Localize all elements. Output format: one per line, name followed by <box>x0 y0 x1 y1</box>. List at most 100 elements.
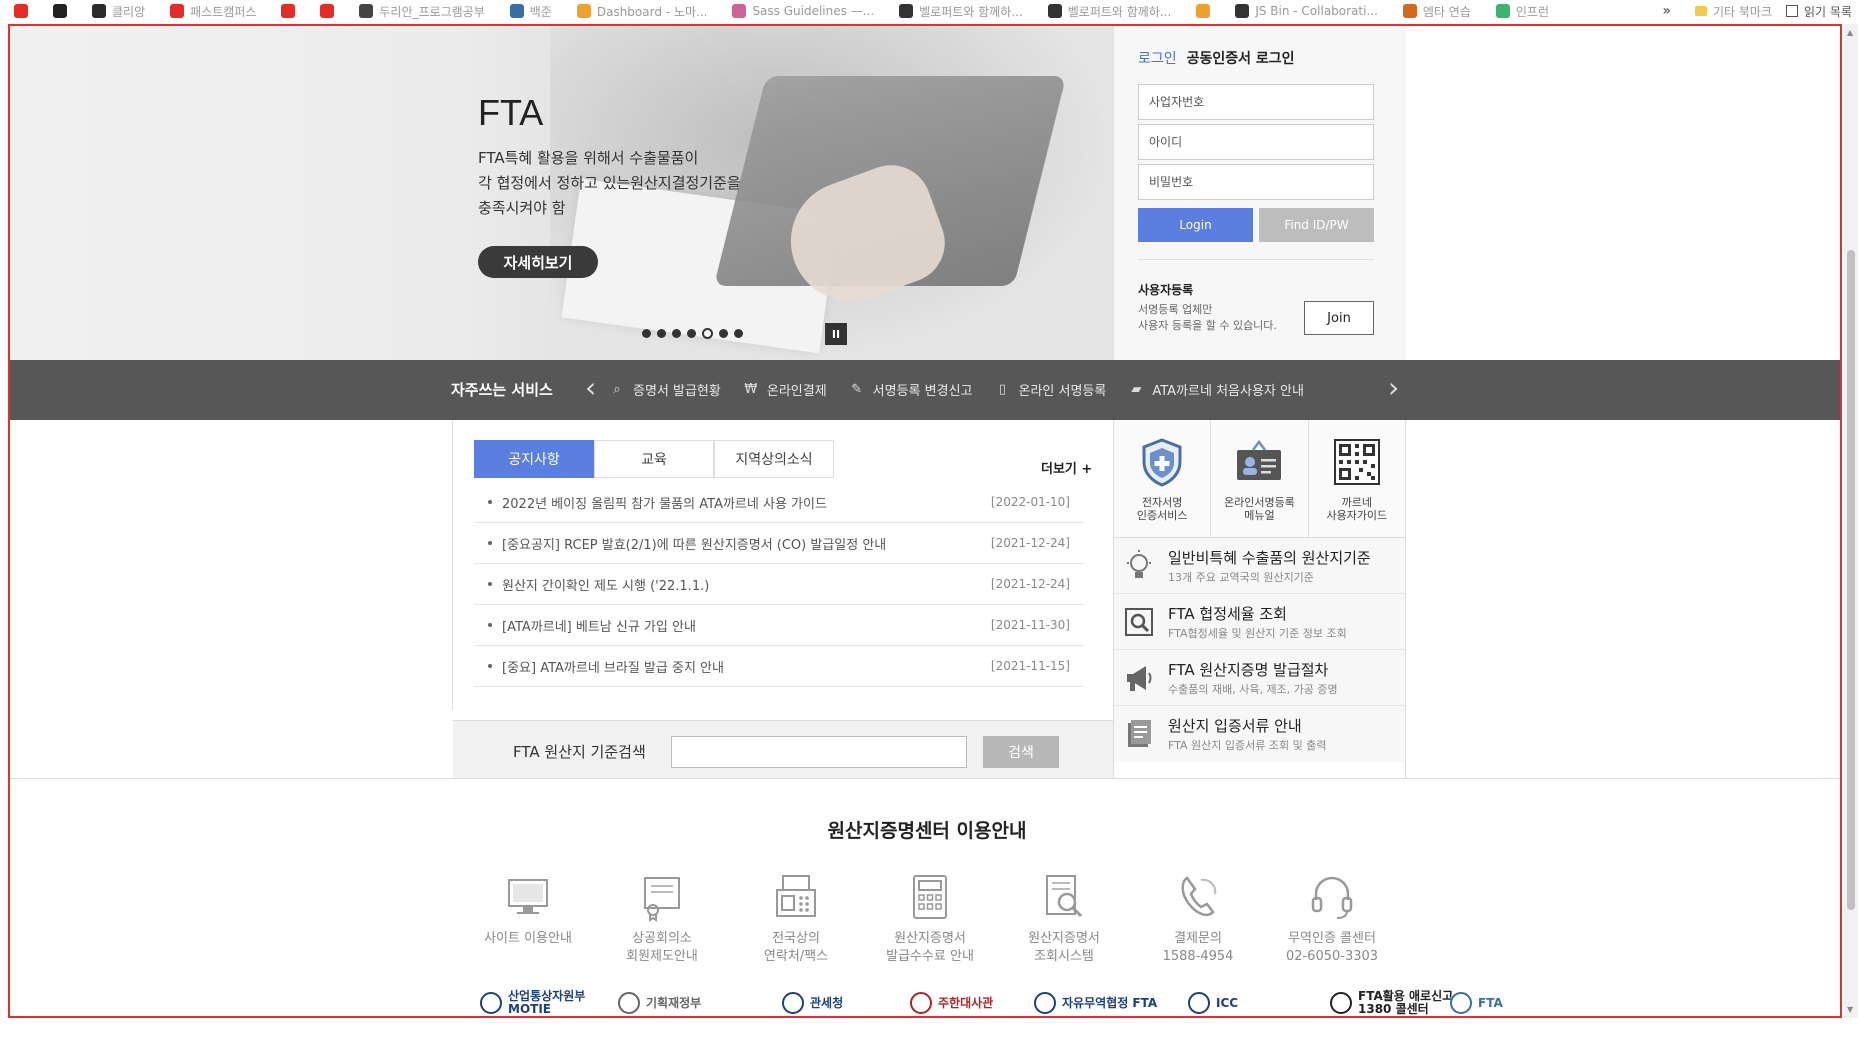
guide-item[interactable]: 원산지증명서 발급수수료 안내 <box>863 872 997 966</box>
service-link-subtitle: 수출품의 재배, 사육, 제조, 가공 증명 <box>1168 682 1338 696</box>
bullet-icon <box>488 500 492 504</box>
partner-logo-text: 관세청 <box>810 996 843 1010</box>
notice-row[interactable]: 2022년 베이징 올림픽 참가 물품의 ATA까르네 사용 가이드 [2022-… <box>474 482 1084 523</box>
other-bookmarks[interactable]: 기타 북마크 <box>1695 3 1772 20</box>
join-button[interactable]: Join <box>1304 301 1374 335</box>
service-tile-carnet[interactable]: 까르네 사용자가이드 <box>1309 420 1405 537</box>
partner-logo[interactable]: 관세청 <box>782 988 843 1016</box>
tab-regional-news[interactable]: 지역상의소식 <box>714 440 834 478</box>
slide-dot[interactable] <box>657 329 666 338</box>
more-link[interactable]: 더보기 + <box>1041 458 1092 477</box>
origin-search-input[interactable] <box>671 736 967 768</box>
bookmark-favicon-icon <box>732 4 747 18</box>
notice-row[interactable]: [중요공지] RCEP 발효(2/1)에 따른 원산지증명서 (CO) 발급일정… <box>474 523 1084 564</box>
bookmark-label: 백준 <box>529 4 552 19</box>
bookmark-item[interactable]: Dashboard - 노마... <box>563 0 719 22</box>
guide-item[interactable]: 전국상의 연락처/팩스 <box>729 872 863 966</box>
tab-education[interactable]: 교육 <box>594 440 714 478</box>
notice-title[interactable]: [중요] ATA까르네 브라질 발급 중지 안내 <box>502 657 991 676</box>
scroll-thumb[interactable] <box>1847 250 1855 910</box>
origin-search-button[interactable]: 검색 <box>983 736 1059 768</box>
bookmark-item[interactable] <box>0 0 39 22</box>
bookmark-favicon-icon <box>281 4 296 18</box>
quick-service-item[interactable]: ₩ 온라인결제 <box>743 380 826 399</box>
page-scrollbar[interactable]: ▲ ▼ <box>1844 24 1858 1018</box>
bookmark-item[interactable]: 클리앙 <box>78 0 156 22</box>
quick-service-item[interactable]: ▯ 온라인 서명등록 <box>994 380 1106 399</box>
notice-title[interactable]: 2022년 베이징 올림픽 참가 물품의 ATA까르네 사용 가이드 <box>502 493 991 512</box>
reading-list[interactable]: 읽기 목록 <box>1786 3 1852 20</box>
partner-logo-text: 산업통상자원부 MOTIE <box>508 990 585 1016</box>
notice-row[interactable]: 원산지 간이확인 제도 시행 ('22.1.1.) [2021-12-24] <box>474 564 1084 605</box>
bookmark-label: Dashboard - 노마... <box>596 4 708 19</box>
tab-cert-login[interactable]: 공동인증서 로그인 <box>1187 48 1295 68</box>
bookmark-item[interactable]: 엠타 연습 <box>1389 0 1482 22</box>
user-id-field[interactable]: 아이디 <box>1138 124 1374 160</box>
service-link-title: FTA 원산지증명 발급절차 <box>1168 660 1329 679</box>
service-link-row[interactable]: 원산지 입증서류 안내 FTA 원산지 입증서류 조회 및 출력 <box>1114 706 1405 762</box>
partner-logo[interactable]: 산업통상자원부 MOTIE <box>480 988 585 1016</box>
tab-login[interactable]: 로그인 <box>1138 48 1177 68</box>
bookmark-item[interactable] <box>1182 0 1221 22</box>
quick-service-item[interactable]: ✎ 서명등록 변경신고 <box>849 380 972 399</box>
bookmark-item[interactable]: Sass Guidelines —... <box>718 0 885 22</box>
find-id-pw-button[interactable]: Find ID/PW <box>1259 208 1374 242</box>
bookmark-item[interactable] <box>39 0 78 22</box>
partner-logo[interactable]: FTA <box>1450 988 1503 1016</box>
service-tile-e-sign[interactable]: 전자서명 인증서비스 <box>1114 420 1212 537</box>
service-tile-online-sign[interactable]: 온라인서명등록 메뉴얼 <box>1211 420 1309 537</box>
bookmark-item[interactable] <box>267 0 306 22</box>
service-link-row[interactable]: 일반비특혜 수출품의 원산지기준 13개 주요 교역국의 원산지기준 <box>1114 538 1405 594</box>
more-bookmarks-icon[interactable]: » <box>1662 3 1671 19</box>
service-link-row[interactable]: FTA 원산지증명 발급절차수출품의 재배, 사육, 제조, 가공 증명 <box>1114 650 1405 706</box>
password-field[interactable]: 비밀번호 <box>1138 164 1374 200</box>
service-link-row[interactable]: FTA 협정세율 조회 FTA협정세율 및 원산지 기준 정보 조회 <box>1114 594 1405 650</box>
guide-item[interactable]: 상공회의소 회원제도안내 <box>595 872 729 966</box>
bookmark-label: 엠타 연습 <box>1422 4 1471 19</box>
customs-logo-icon <box>782 992 804 1014</box>
guide-label-line: 발급수수료 안내 <box>886 949 974 964</box>
chevron-left-icon[interactable]: ‹ <box>585 374 596 402</box>
guide-item[interactable]: 무역인증 콜센터 02-6050-3303 <box>1265 872 1399 966</box>
notice-title[interactable]: [중요공지] RCEP 발효(2/1)에 따른 원산지증명서 (CO) 발급일정… <box>502 534 991 553</box>
notice-row[interactable]: [ATA까르네] 베트남 신규 가입 안내 [2021-11-30] <box>474 605 1084 646</box>
hero-detail-button[interactable]: 자세히보기 <box>478 246 598 278</box>
service-link-subtitle: 13개 주요 교역국의 원산지기준 <box>1168 570 1314 584</box>
bookmark-item[interactable]: 벨로퍼트와 함께하... <box>885 0 1034 22</box>
slide-dot[interactable] <box>642 329 651 338</box>
notice-row[interactable]: [중요] ATA까르네 브라질 발급 중지 안내 [2021-11-15] <box>474 646 1084 687</box>
slide-dot[interactable] <box>719 329 728 338</box>
partner-logos: 산업통상자원부 MOTIE 기획재정부 관세청 주한대사관 자유무역협정 FTA ICC FT… <box>10 988 1840 1016</box>
bookmark-item[interactable]: 패스트캠퍼스 <box>156 0 267 22</box>
bookmark-label: Sass Guidelines —... <box>752 4 875 18</box>
scroll-down-icon[interactable]: ▼ <box>1847 1005 1853 1014</box>
bookmark-item[interactable]: 벨로퍼트와 함께하... <box>1034 0 1183 22</box>
tab-notice[interactable]: 공지사항 <box>474 440 594 478</box>
notice-title[interactable]: 원산지 간이확인 제도 시행 ('22.1.1.) <box>502 575 991 594</box>
quick-service-item[interactable]: ⌕ 증명서 발급현황 <box>609 380 721 399</box>
quick-service-item[interactable]: ▰ ATA까르네 처음사용자 안내 <box>1128 380 1304 399</box>
guide-item[interactable]: 사이트 이용안내 <box>461 872 595 966</box>
chevron-right-icon[interactable]: › <box>1388 374 1399 402</box>
partner-logo[interactable]: ICC <box>1188 988 1238 1016</box>
bookmark-item[interactable]: 두리안_프로그램공부 <box>345 0 495 22</box>
login-button[interactable]: Login <box>1138 208 1253 242</box>
slide-dot[interactable] <box>687 329 696 338</box>
notice-title[interactable]: [ATA까르네] 베트남 신규 가입 안내 <box>502 616 991 635</box>
partner-logo[interactable]: FTA활용 애로신고 1380 콜센터 <box>1330 988 1453 1016</box>
guide-item[interactable]: 결제문의 1588-4954 <box>1131 872 1265 966</box>
slide-dot[interactable] <box>734 329 743 338</box>
guide-item[interactable]: 원산지증명서 조회시스템 <box>997 872 1131 966</box>
partner-logo[interactable]: 기획재정부 <box>618 988 701 1016</box>
slide-dot[interactable] <box>672 329 681 338</box>
slide-dot[interactable] <box>702 328 713 339</box>
partner-logo[interactable]: 자유무역협정 FTA <box>1034 988 1157 1016</box>
bookmark-item[interactable] <box>306 0 345 22</box>
business-number-field[interactable]: 사업자번호 <box>1138 84 1374 120</box>
scroll-up-icon[interactable]: ▲ <box>1847 28 1853 37</box>
pause-button[interactable]: II <box>825 323 847 345</box>
bookmark-item[interactable]: JS Bin - Collaborati... <box>1221 0 1389 22</box>
bookmark-item[interactable]: 인프런 <box>1482 0 1560 22</box>
bookmark-item[interactable]: 백준 <box>496 0 563 22</box>
partner-logo[interactable]: 주한대사관 <box>910 988 993 1016</box>
